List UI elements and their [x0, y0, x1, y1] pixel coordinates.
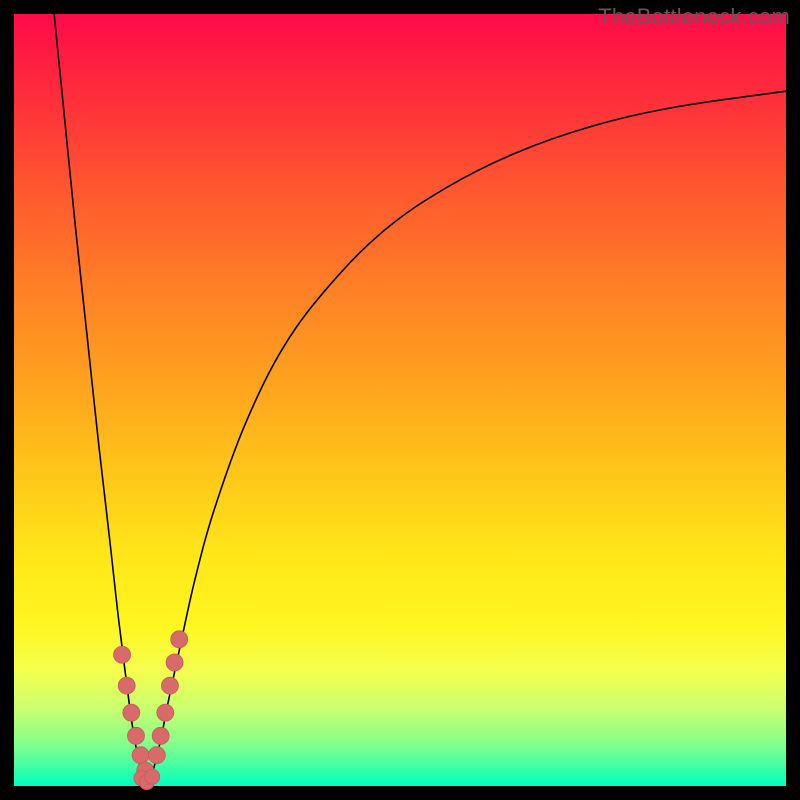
marker-dot [152, 727, 169, 744]
marker-dot [166, 654, 183, 671]
marker-dot [132, 747, 149, 764]
marker-dot [114, 646, 131, 663]
watermark-text: TheBottleneck.com [598, 4, 790, 30]
marker-group [114, 631, 188, 790]
marker-dot [118, 677, 135, 694]
marker-dot [123, 704, 140, 721]
curve-left-branch [54, 14, 147, 782]
marker-dot [157, 704, 174, 721]
marker-dot [171, 631, 188, 648]
chart-svg [14, 14, 786, 786]
marker-dot [145, 769, 160, 784]
chart-frame: TheBottleneck.com [0, 0, 800, 800]
marker-dot [148, 747, 165, 764]
curve-right-branch [147, 91, 786, 782]
marker-dot [161, 677, 178, 694]
plot-area [14, 14, 786, 786]
marker-dot [127, 727, 144, 744]
